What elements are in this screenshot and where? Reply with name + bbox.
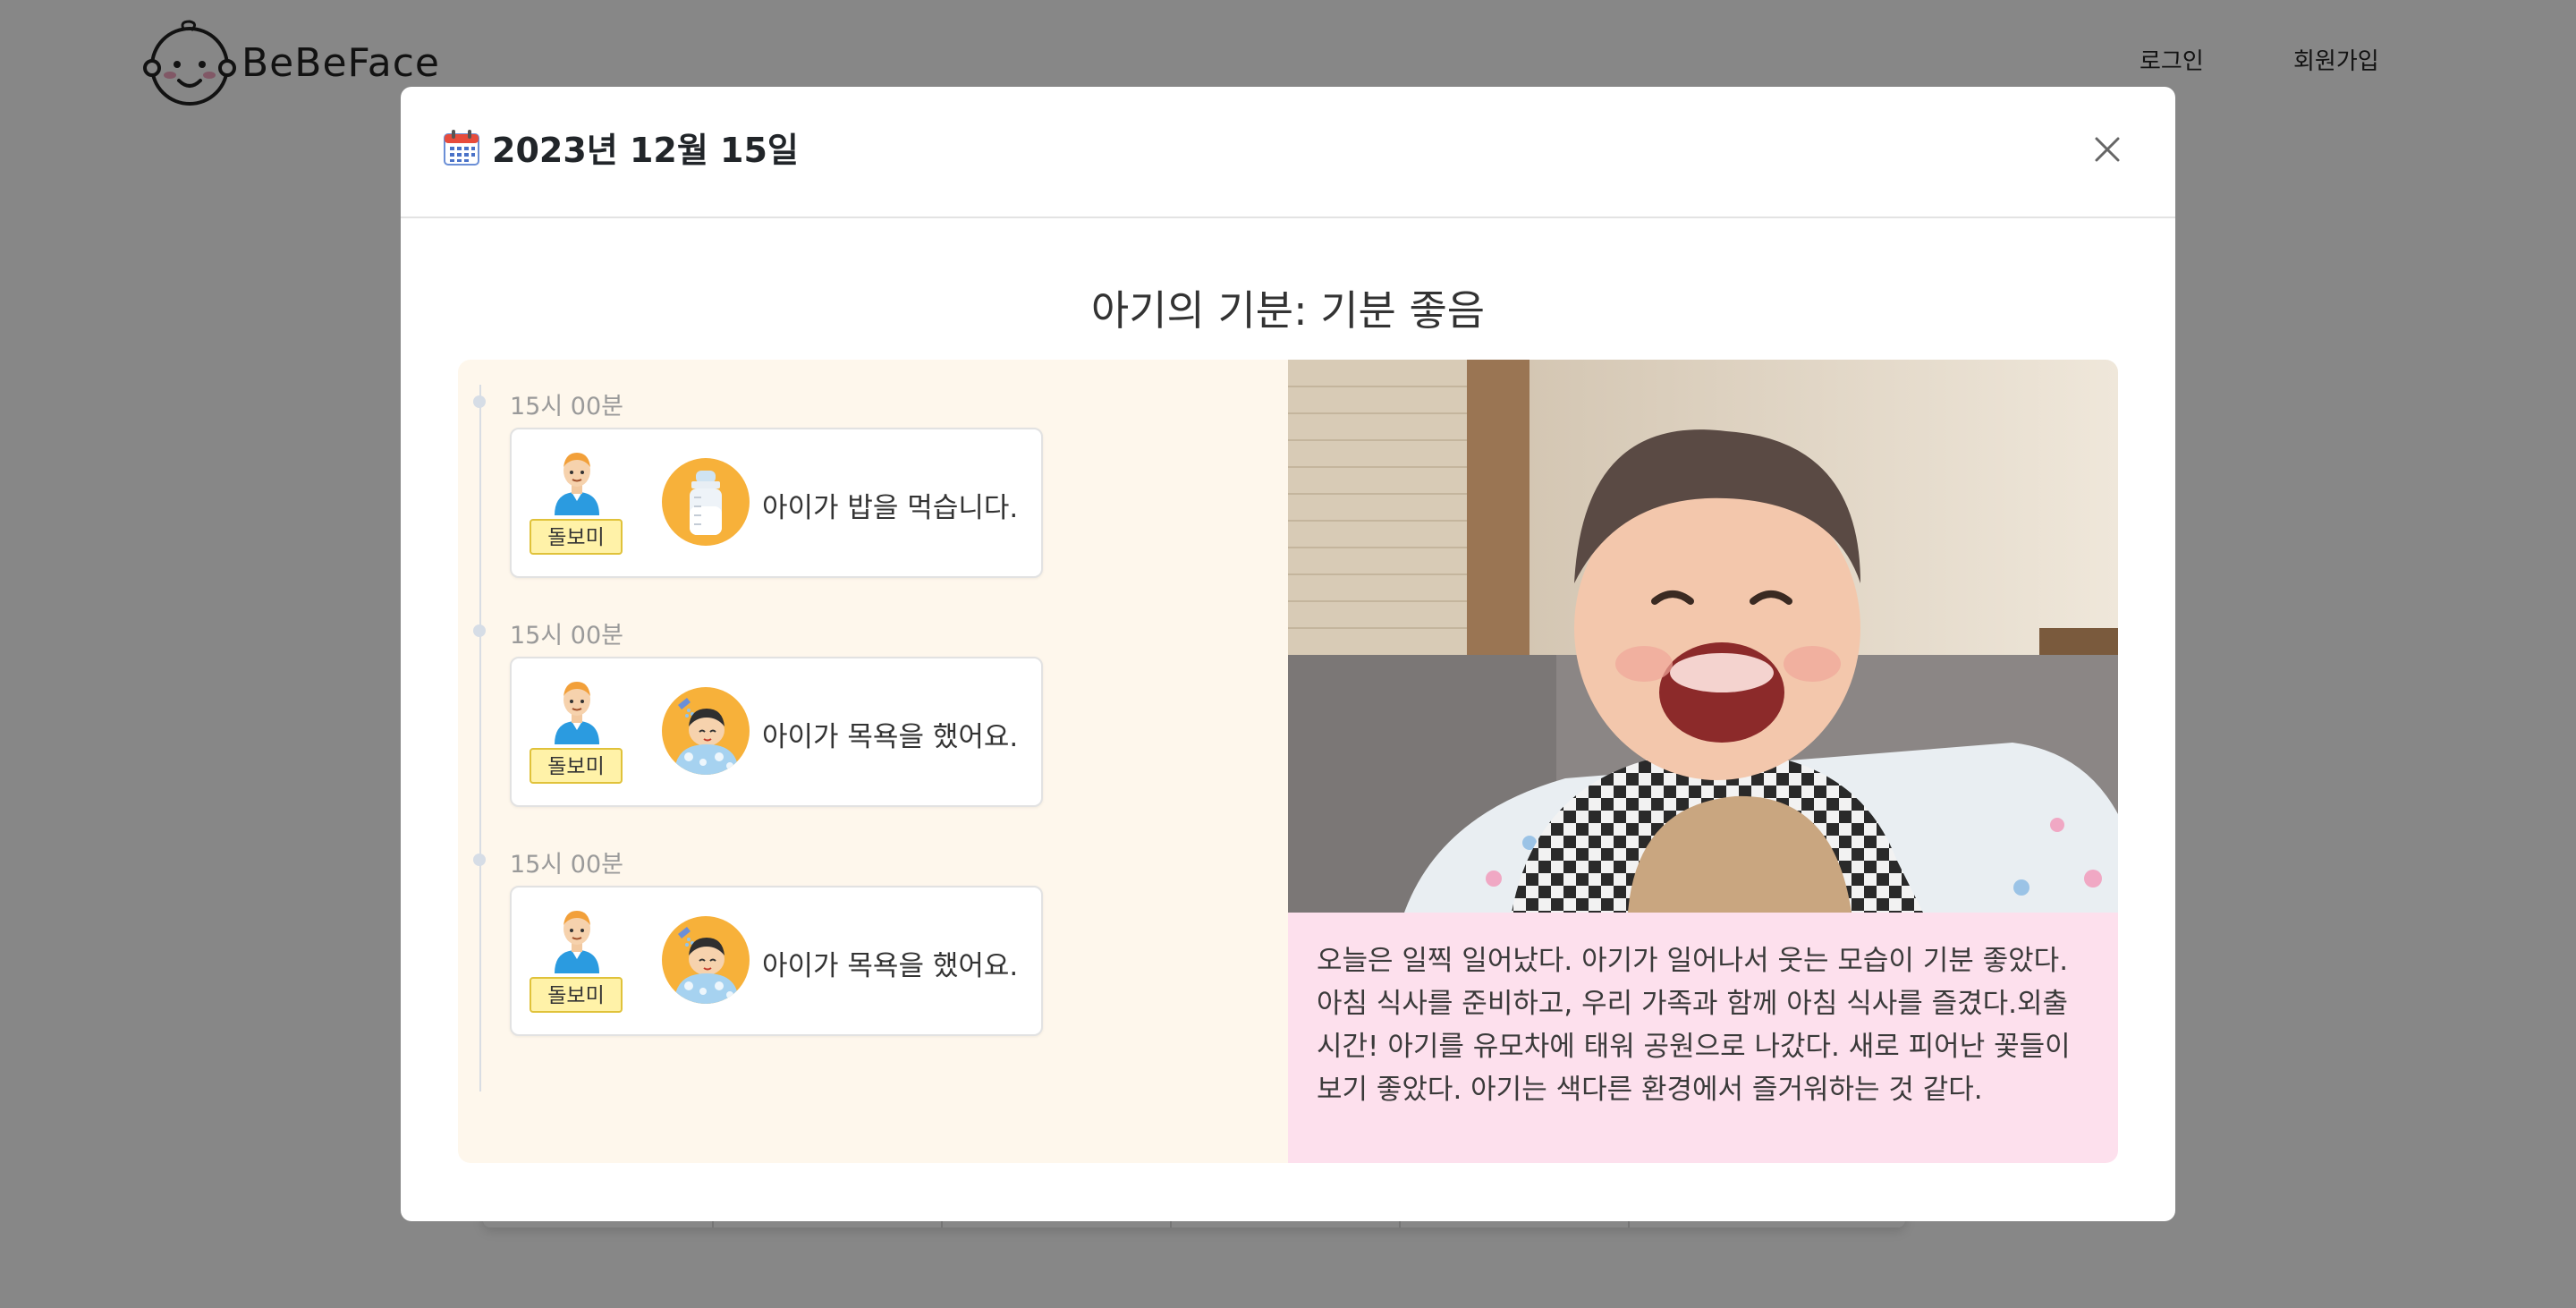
close-button[interactable] bbox=[2088, 130, 2127, 169]
caregiver-avatar-icon bbox=[555, 911, 599, 973]
activity-card[interactable]: 돌보미 아이가 밥을 먹습니다. bbox=[510, 428, 1043, 578]
baby-bottle-icon bbox=[662, 458, 750, 546]
timeline-dot bbox=[473, 395, 486, 408]
timeline-dot bbox=[473, 624, 486, 637]
baby-bath-icon bbox=[662, 916, 750, 1004]
modal-date-text: 2023년 12월 15일 bbox=[492, 131, 799, 170]
modal-header: 2023년 12월 15일 bbox=[401, 87, 2175, 218]
diary-panel: 오늘은 일찍 일어났다. 아기가 일어나서 웃는 모습이 기분 좋았다. 아침 … bbox=[1288, 360, 2118, 1163]
activity-text: 아이가 밥을 먹습니다. bbox=[762, 492, 1019, 524]
activity-text: 아이가 목욕을 했어요. bbox=[762, 721, 1019, 753]
baby-mood-title: 아기의 기분: 기분 좋음 bbox=[1090, 286, 1486, 335]
caregiver-badge: 돌보미 bbox=[530, 977, 623, 1013]
day-content: 15시 00분 돌보미 아이가 밥을 먹습니다. 15시 00분 돌보미 아이가… bbox=[458, 360, 2118, 1163]
modal-date: 2023년 12월 15일 bbox=[442, 123, 799, 172]
calendar-icon bbox=[444, 129, 479, 166]
caregiver-badge: 돌보미 bbox=[530, 519, 623, 555]
baby-photo bbox=[1288, 360, 2118, 913]
activity-timeline: 15시 00분 돌보미 아이가 밥을 먹습니다. 15시 00분 돌보미 아이가… bbox=[458, 360, 1288, 1163]
activity-card[interactable]: 돌보미 아이가 목욕을 했어요. bbox=[510, 657, 1043, 807]
activity-text: 아이가 목욕을 했어요. bbox=[762, 950, 1019, 982]
activity-card[interactable]: 돌보미 아이가 목욕을 했어요. bbox=[510, 886, 1043, 1036]
entry-time: 15시 00분 bbox=[510, 622, 623, 650]
day-detail-modal: 2023년 12월 15일 아기의 기분: 기분 좋음 15시 00분 돌보미 … bbox=[401, 87, 2175, 1221]
baby-bath-icon bbox=[662, 687, 750, 775]
entry-time: 15시 00분 bbox=[510, 393, 623, 420]
timeline-line bbox=[479, 385, 481, 1091]
caregiver-badge: 돌보미 bbox=[530, 748, 623, 784]
close-icon bbox=[2095, 137, 2120, 162]
diary-text: 오늘은 일찍 일어났다. 아기가 일어나서 웃는 모습이 기분 좋았다. 아침 … bbox=[1288, 913, 2118, 1163]
caregiver-avatar-icon bbox=[555, 682, 599, 744]
entry-time: 15시 00분 bbox=[510, 851, 623, 879]
caregiver-avatar-icon bbox=[555, 453, 599, 515]
timeline-dot bbox=[473, 854, 486, 866]
